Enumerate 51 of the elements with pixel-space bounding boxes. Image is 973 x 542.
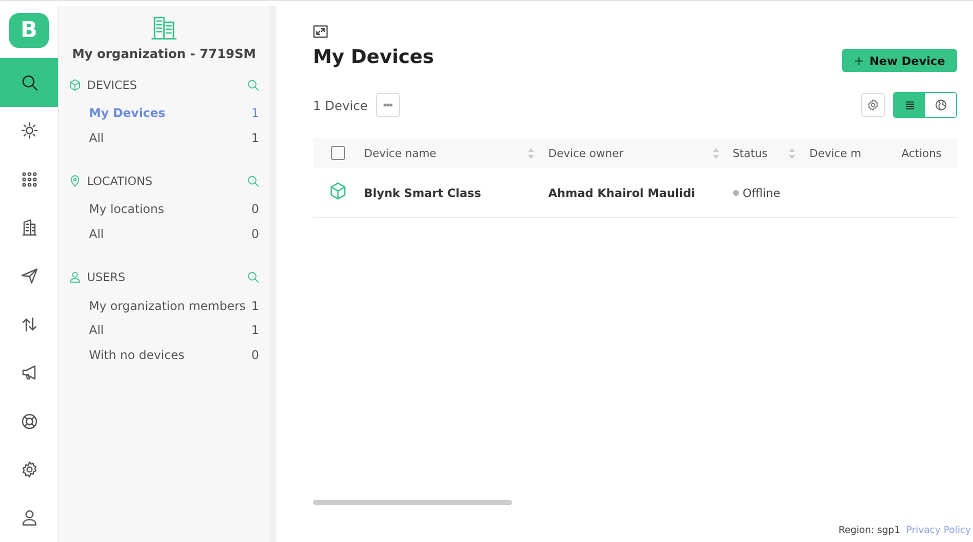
building-icon [151,14,177,40]
paper-plane-icon [20,267,38,284]
building-icon [20,219,38,236]
column-header: Status [732,146,768,160]
more-button[interactable] [376,93,400,117]
region-label: Region: sgp1 [838,525,900,536]
settings-icon [20,460,38,478]
search-icon[interactable] [247,271,259,284]
section-title: USERS [87,270,126,284]
scrollbar[interactable] [313,500,512,505]
sidebar-item[interactable]: My locations 0 [69,197,259,222]
page-title: My Devices [313,46,434,68]
list-view-button[interactable] [894,93,925,117]
organization-name: My organization - 7719SM [72,46,256,61]
device-count: 1 Device [313,98,368,112]
sidebar-item[interactable]: All 0 [69,222,259,246]
sidebar-item[interactable]: All 1 [69,318,259,343]
column-header: Device name [364,146,436,160]
section-title: DEVICES [87,78,138,92]
cube-icon [329,182,347,200]
search-nav-button[interactable] [0,58,58,107]
search-icon[interactable] [247,79,259,91]
globe-icon [934,99,946,111]
search-icon [20,74,38,91]
sidebar-item[interactable]: All 1 [69,126,259,150]
sidebar-item[interactable]: With no devices 0 [69,342,259,368]
device-name[interactable]: Blynk Smart Class [364,186,482,200]
status-text: Offline [742,186,780,200]
sidebar-item[interactable]: My organization members 1 [69,293,259,318]
cube-icon [69,79,81,91]
user-icon [20,509,38,526]
settings-button[interactable] [861,93,885,117]
grid-icon [20,170,38,188]
sun-icon [20,122,38,140]
device-owner: Ahmad Khairol Maulidi [548,186,696,200]
expand-icon[interactable] [313,24,328,39]
plus-icon [854,56,864,66]
column-header: Device owner [548,146,624,160]
select-all-checkbox[interactable] [331,146,345,160]
megaphone-icon [20,364,38,382]
new-device-button[interactable]: New Device [842,49,957,72]
search-icon[interactable] [247,175,259,188]
pin-icon [69,175,81,188]
user-icon [69,271,81,284]
lifebuoy-icon [20,412,38,430]
column-header: Actions [901,146,942,160]
list-icon [904,99,916,111]
arrows-icon [20,316,38,333]
column-header: Device m [809,146,862,160]
section-title: LOCATIONS [87,174,154,188]
settings-icon [867,99,879,111]
